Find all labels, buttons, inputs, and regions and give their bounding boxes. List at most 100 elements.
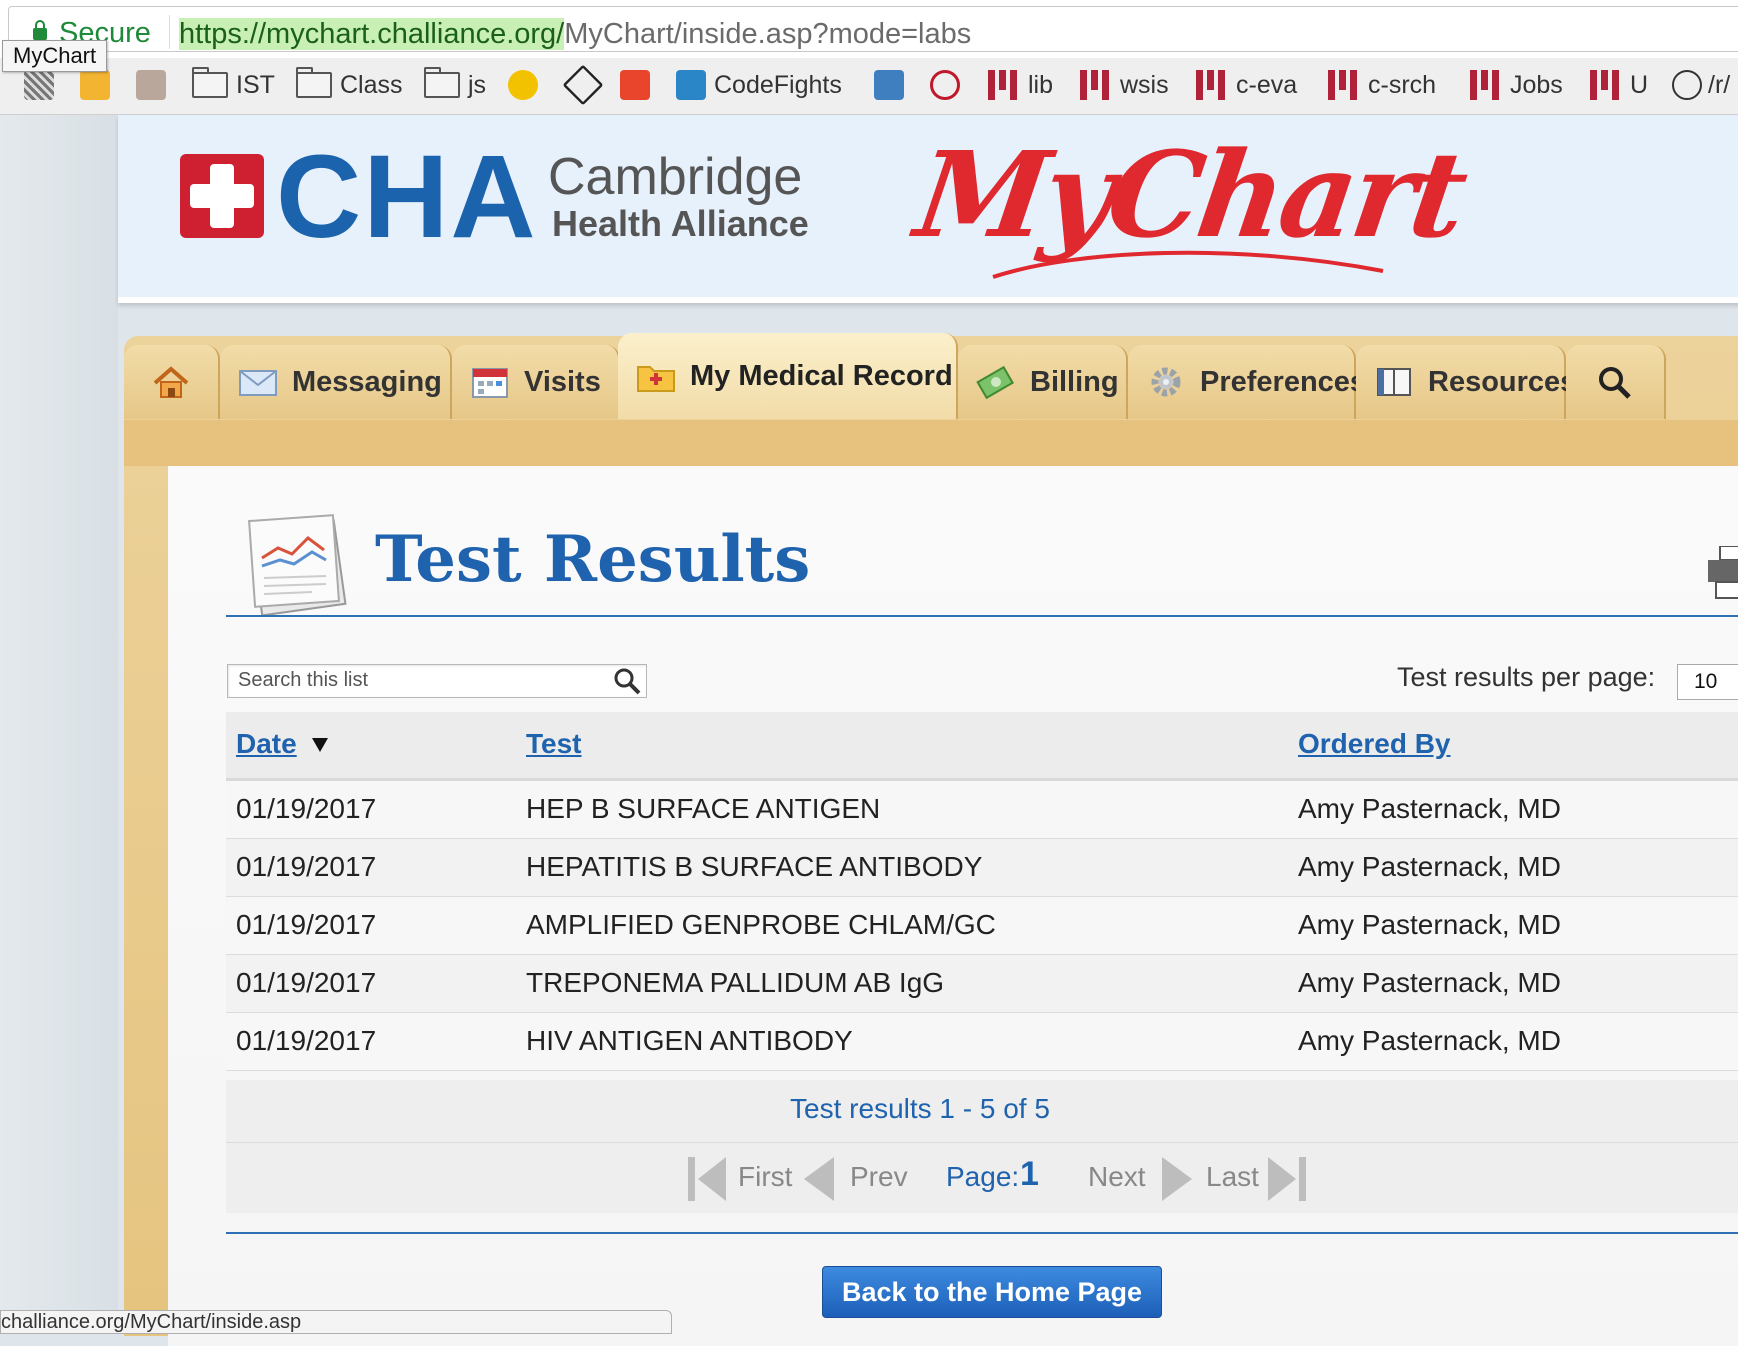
main-nav-tabs: Messaging Visits My Medical Record Billi… — [124, 333, 1738, 433]
last-page-button[interactable]: Last — [1206, 1161, 1259, 1193]
bookmark-ist-label: IST — [236, 70, 275, 99]
first-page-button[interactable]: First — [738, 1161, 792, 1193]
tab-preferences-label: Preferences — [1200, 365, 1367, 398]
search-icon[interactable] — [612, 667, 642, 695]
table-row[interactable]: 01/19/2017 HEP B SURFACE ANTIGEN Amy Pas… — [226, 781, 1738, 839]
gear-icon — [1151, 367, 1181, 397]
bookmark-ceva[interactable]: c-eva — [1196, 68, 1297, 102]
bars-icon — [1590, 70, 1620, 100]
folder-icon — [296, 67, 332, 98]
tab-underbar — [124, 420, 1738, 466]
cell-date: 01/19/2017 — [236, 851, 377, 882]
page-title: Test Results — [375, 522, 811, 597]
cell-date: 01/19/2017 — [236, 793, 377, 824]
bookmark-u-label: U — [1630, 70, 1649, 99]
tab-search[interactable] — [1566, 345, 1666, 419]
bookmark-favicon-4[interactable] — [508, 68, 538, 102]
bookmark-wsis[interactable]: wsis — [1080, 68, 1169, 102]
next-page-icon[interactable] — [1160, 1155, 1194, 1203]
medical-folder-icon — [637, 366, 675, 392]
cell-test[interactable]: AMPLIFIED GENPROBE CHLAM/GC — [526, 909, 996, 941]
face-icon — [508, 70, 538, 100]
tab-visits[interactable]: Visits — [452, 345, 620, 419]
table-row[interactable]: 01/19/2017 HEPATITIS B SURFACE ANTIBODY … — [226, 839, 1738, 897]
tab-resources[interactable]: Resources — [1356, 345, 1576, 419]
next-page-button[interactable]: Next — [1088, 1161, 1146, 1193]
bookmark-favicon-3[interactable] — [136, 68, 166, 102]
s-logo-icon — [620, 70, 650, 100]
bookmark-favicon-8[interactable] — [930, 68, 960, 102]
bookmark-lib-label: lib — [1028, 70, 1054, 99]
column-header-test[interactable]: Test — [526, 728, 582, 760]
cell-test[interactable]: HIV ANTIGEN ANTIBODY — [526, 1025, 853, 1057]
bookmark-favicon-6[interactable] — [620, 68, 650, 102]
cell-test[interactable]: HEPATITIS B SURFACE ANTIBODY — [526, 851, 982, 883]
tab-billing[interactable]: Billing — [958, 345, 1128, 419]
tab-preferences[interactable]: Preferences — [1128, 345, 1366, 419]
table-row[interactable]: 01/19/2017 HIV ANTIGEN ANTIBODY Amy Past… — [226, 1013, 1738, 1071]
bars-icon — [1328, 70, 1358, 100]
bookmark-codefights[interactable]: CodeFights — [676, 68, 842, 102]
folder-icon — [192, 67, 228, 98]
cell-ordered-by: Amy Pasternack, MD — [1298, 909, 1561, 940]
omnibox[interactable]: Secure https://mychart.challiance.org/My… — [8, 6, 1738, 52]
calendar-icon — [472, 368, 508, 398]
tab-home[interactable] — [124, 345, 220, 419]
bookmark-favicon-2[interactable] — [80, 68, 110, 102]
last-page-icon[interactable] — [1266, 1155, 1308, 1203]
bookmark-js[interactable]: js — [424, 67, 486, 102]
table-row[interactable]: 01/19/2017 TREPONEMA PALLIDUM AB IgG Amy… — [226, 955, 1738, 1013]
home-icon — [153, 366, 189, 398]
back-to-home-button[interactable]: Back to the Home Page — [822, 1266, 1162, 1318]
mychart-swoosh-icon — [992, 250, 1384, 279]
bookmark-class-label: Class — [340, 70, 403, 99]
table-row[interactable]: 01/19/2017 AMPLIFIED GENPROBE CHLAM/GC A… — [226, 897, 1738, 955]
bookmark-class[interactable]: Class — [296, 67, 403, 102]
test-results-report-icon — [248, 514, 347, 616]
results-count-bar: Test results 1 - 5 of 5 — [226, 1080, 1738, 1144]
info-icon — [930, 70, 960, 100]
bookmark-favicon-7[interactable] — [874, 68, 904, 102]
page-background — [0, 115, 118, 1328]
lock-icon — [33, 20, 47, 40]
cell-ordered-by: Amy Pasternack, MD — [1298, 851, 1561, 882]
cell-test[interactable]: HEP B SURFACE ANTIGEN — [526, 793, 880, 825]
tab-messaging-label: Messaging — [292, 365, 442, 398]
cell-date: 01/19/2017 — [236, 1025, 377, 1056]
codefights-icon — [676, 70, 706, 100]
browser-address-bar: Secure https://mychart.challiance.org/My… — [0, 0, 1738, 59]
per-page-label: Test results per page: — [1397, 662, 1656, 692]
bookmark-jobs[interactable]: Jobs — [1470, 68, 1563, 102]
bars-icon — [1470, 70, 1500, 100]
printer-icon[interactable] — [1706, 546, 1738, 602]
pixel-app-icon — [24, 70, 54, 100]
prev-page-button[interactable]: Prev — [850, 1161, 908, 1193]
column-header-date[interactable]: Date — [236, 728, 297, 760]
bookmark-reddit[interactable]: /r/ — [1672, 68, 1730, 102]
search-input[interactable] — [228, 665, 608, 695]
prev-page-icon[interactable] — [802, 1155, 836, 1203]
bookmark-favicon-1[interactable] — [24, 68, 54, 102]
bookmark-ist[interactable]: IST — [192, 67, 275, 102]
bookmark-jobs-label: Jobs — [1510, 70, 1563, 99]
pagination: First Prev Page: 1 Next Last — [226, 1143, 1738, 1213]
tab-messaging[interactable]: Messaging — [220, 345, 452, 419]
tab-my-medical-record[interactable]: My Medical Record — [618, 333, 958, 419]
bookmark-favicon-5[interactable] — [562, 64, 604, 106]
bookmark-lib[interactable]: lib — [988, 68, 1053, 102]
cell-test[interactable]: TREPONEMA PALLIDUM AB IgG — [526, 967, 944, 999]
url-text[interactable]: https://mychart.challiance.org/MyChart/i… — [179, 18, 971, 51]
cha-cross-logo-icon — [180, 154, 264, 238]
column-header-ordered-by[interactable]: Ordered By — [1298, 728, 1451, 760]
site-header: CHA Cambridge Health Alliance MyChart — [118, 115, 1738, 303]
first-page-icon[interactable] — [686, 1155, 728, 1203]
folder-icon — [424, 67, 460, 98]
bookmark-csrch[interactable]: c-srch — [1328, 68, 1436, 102]
tab-billing-label: Billing — [1030, 365, 1119, 398]
bookmark-reddit-label: /r/ — [1708, 70, 1731, 99]
per-page-select[interactable]: 10 — [1677, 664, 1738, 700]
bookmark-u[interactable]: U — [1590, 68, 1648, 102]
current-page-number: 1 — [1020, 1155, 1039, 1193]
cell-ordered-by: Amy Pasternack, MD — [1298, 793, 1561, 824]
cell-ordered-by: Amy Pasternack, MD — [1298, 1025, 1561, 1056]
